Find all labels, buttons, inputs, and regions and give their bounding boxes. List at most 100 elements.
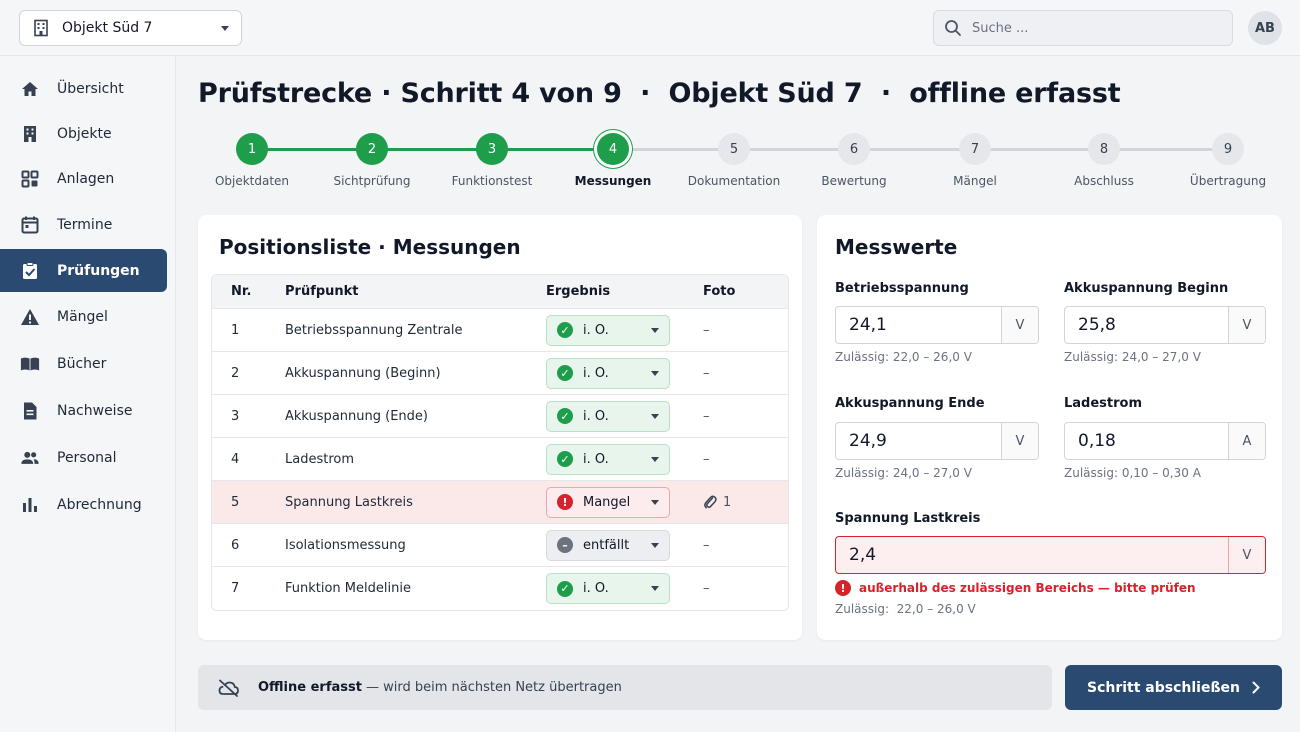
- chevron-down-icon: [651, 413, 659, 419]
- object-select[interactable]: Objekt Süd 7: [19, 10, 242, 46]
- sidebar-item-objekte[interactable]: Objekte: [0, 112, 167, 155]
- sidebar-item-buecher[interactable]: Bücher: [0, 342, 167, 385]
- betriebsspannung-hint: Zulässig: 22,0 – 26,0 V: [835, 350, 972, 364]
- step-label: Objektdaten: [214, 174, 290, 188]
- result-select[interactable]: ✓ i. O.: [546, 314, 670, 346]
- step-label: Funktionstest: [451, 174, 533, 188]
- row-number: 4: [231, 451, 240, 467]
- foto-count: 1: [723, 494, 732, 510]
- step-9[interactable]: 9 Übertragung: [1178, 130, 1278, 188]
- chevron-down-icon: [651, 542, 659, 548]
- search-icon: [945, 20, 961, 36]
- table-row-error[interactable]: 5 Spannung Lastkreis ! Mangel 1: [212, 481, 788, 524]
- sidebar-item-personal[interactable]: Personal: [0, 436, 167, 479]
- people-icon: [20, 448, 40, 468]
- chevron-down-icon: [651, 586, 659, 591]
- sidebar-item-uebersicht[interactable]: Übersicht: [0, 67, 167, 110]
- result-select[interactable]: ! Mangel: [546, 486, 670, 518]
- result-select[interactable]: ✓ i. O.: [546, 573, 670, 604]
- positions-title: Positionsliste · Messungen: [219, 235, 521, 259]
- row-pruefpunkt: Akkuspannung (Ende): [285, 408, 428, 424]
- ladestrom-input[interactable]: [1065, 423, 1228, 459]
- lastkreis-input[interactable]: [836, 537, 1228, 573]
- betriebsspannung-input[interactable]: [836, 307, 1001, 343]
- sidebar-item-nachweise[interactable]: Nachweise: [0, 389, 167, 432]
- sidebar-item-label: Anlagen: [57, 170, 115, 187]
- sidebar-item-anlagen[interactable]: Anlagen: [0, 157, 167, 200]
- search-input[interactable]: [972, 20, 1222, 36]
- table-row[interactable]: 4 Ladestrom ✓ i. O. –: [212, 438, 788, 481]
- step-number: 9: [1212, 133, 1244, 165]
- lastkreis-hint: Zulässig: 22,0 – 26,0 V: [835, 602, 976, 616]
- result-select[interactable]: – entfällt: [546, 529, 670, 561]
- sidebar-item-abrechnung[interactable]: Abrechnung: [0, 483, 167, 526]
- chevron-down-icon: [651, 327, 659, 333]
- row-foto: –: [703, 581, 710, 596]
- sidebar-item-pruefungen[interactable]: Prüfungen: [0, 249, 167, 292]
- table-row[interactable]: 7 Funktion Meldelinie ✓ i. O. –: [212, 567, 788, 610]
- chevron-down-icon: [651, 456, 659, 462]
- step-4[interactable]: 4 Messungen: [563, 130, 663, 188]
- step-1[interactable]: 1 Objektdaten: [202, 130, 302, 188]
- akku-ende-input[interactable]: [836, 423, 1001, 459]
- row-pruefpunkt: Spannung Lastkreis: [285, 494, 413, 510]
- row-foto-attachment[interactable]: 1: [703, 494, 731, 510]
- row-number: 5: [231, 494, 240, 510]
- row-number: 2: [231, 365, 240, 381]
- step-number: 5: [718, 133, 750, 165]
- check-circle-icon: ✓: [557, 451, 573, 467]
- akku-beginn-hint: Zulässig: 24,0 – 27,0 V: [1064, 350, 1201, 364]
- row-pruefpunkt: Funktion Meldelinie: [285, 581, 411, 596]
- step-indicator: 1 Objektdaten 2 Sichtprüfung 3 Funktions…: [198, 130, 1282, 200]
- messwerte-title: Messwerte: [835, 235, 958, 259]
- unit-label: V: [1001, 423, 1038, 459]
- row-foto: –: [703, 537, 710, 553]
- step-label: Bewertung: [821, 174, 887, 188]
- home-icon: [20, 79, 40, 99]
- result-select[interactable]: ✓ i. O.: [546, 357, 670, 389]
- complete-step-label: Schritt abschließen: [1086, 679, 1240, 696]
- sidebar-item-maengel[interactable]: Mängel: [0, 295, 167, 338]
- step-number: 6: [838, 133, 870, 165]
- step-5[interactable]: 5 Dokumentation: [684, 130, 784, 188]
- akku-ende-label: Akkuspannung Ende: [835, 396, 985, 411]
- step-2[interactable]: 2 Sichtprüfung: [322, 130, 422, 188]
- row-pruefpunkt: Akkuspannung (Beginn): [285, 365, 441, 381]
- step-8[interactable]: 8 Abschluss: [1054, 130, 1154, 188]
- sidebar-item-label: Objekte: [57, 125, 112, 142]
- row-pruefpunkt: Isolationsmessung: [285, 537, 406, 553]
- table-row[interactable]: 1 Betriebsspannung Zentrale ✓ i. O. –: [212, 309, 788, 352]
- row-foto: –: [703, 408, 710, 424]
- sidebar-item-termine[interactable]: Termine: [0, 203, 167, 246]
- row-pruefpunkt: Ladestrom: [285, 451, 355, 467]
- step-6[interactable]: 6 Bewertung: [804, 130, 904, 188]
- result-value: i. O.: [583, 365, 609, 381]
- akku-ende-hint: Zulässig: 24,0 – 27,0 V: [835, 466, 972, 480]
- search-box[interactable]: [933, 10, 1233, 46]
- step-7[interactable]: 7 Mängel: [925, 130, 1025, 188]
- unit-label: V: [1001, 307, 1038, 343]
- table-row[interactable]: 2 Akkuspannung (Beginn) ✓ i. O. –: [212, 352, 788, 395]
- complete-step-button[interactable]: Schritt abschließen: [1065, 665, 1282, 710]
- akku-beginn-label: Akkuspannung Beginn: [1064, 281, 1229, 296]
- lastkreis-field: V: [835, 536, 1266, 574]
- akku-beginn-input[interactable]: [1065, 307, 1228, 343]
- avatar[interactable]: AB: [1248, 11, 1282, 45]
- table-row[interactable]: 3 Akkuspannung (Ende) ✓ i. O. –: [212, 395, 788, 438]
- warning-icon: [20, 307, 40, 327]
- object-select-value: Objekt Süd 7: [62, 20, 153, 36]
- result-value: i. O.: [583, 408, 609, 424]
- table-row[interactable]: 6 Isolationsmessung – entfällt –: [212, 524, 788, 567]
- result-select[interactable]: ✓ i. O.: [546, 400, 670, 432]
- minus-circle-icon: –: [557, 537, 573, 553]
- unit-label: V: [1228, 537, 1265, 573]
- step-label: Abschluss: [1074, 174, 1134, 188]
- step-label: Übertragung: [1189, 174, 1267, 188]
- result-select[interactable]: ✓ i. O.: [546, 443, 670, 475]
- sidebar-item-label: Abrechnung: [57, 496, 142, 513]
- lastkreis-label: Spannung Lastkreis: [835, 511, 981, 526]
- step-3[interactable]: 3 Funktionstest: [442, 130, 542, 188]
- step-number: 8: [1088, 133, 1120, 165]
- step-label: Messungen: [574, 174, 652, 188]
- step-number: 4: [597, 133, 629, 165]
